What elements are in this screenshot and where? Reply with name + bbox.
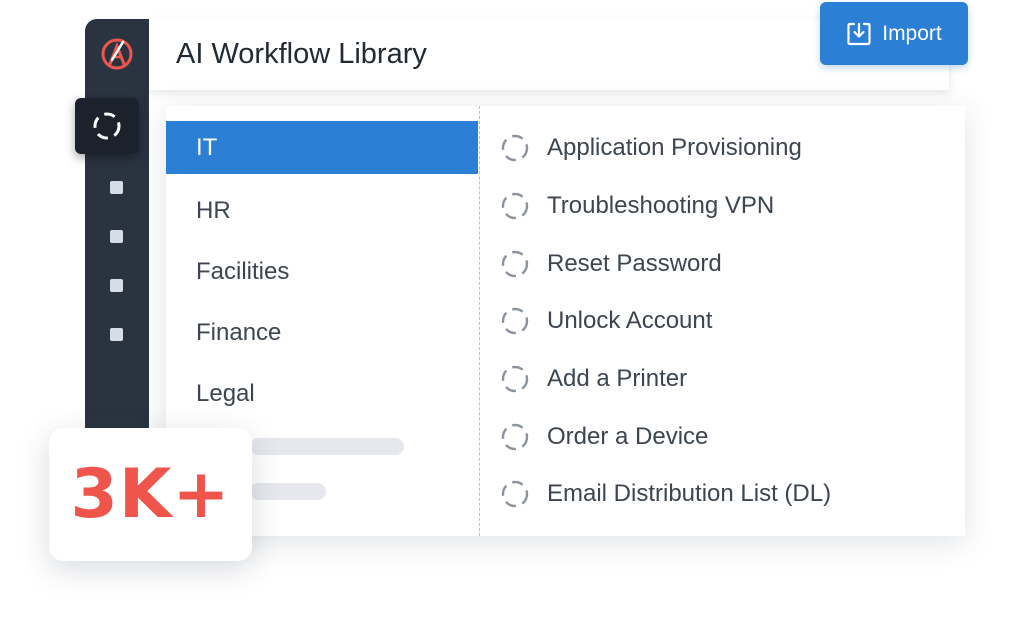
category-label: Facilities (196, 257, 290, 285)
workflow-cycle-icon (501, 480, 529, 508)
workflow-cycle-icon (501, 250, 529, 278)
workflow-label: Application Provisioning (547, 134, 802, 161)
workflow-label: Unlock Account (547, 307, 713, 334)
sidebar-item-1[interactable] (110, 181, 123, 194)
workflow-cycle-icon (501, 307, 529, 335)
import-button[interactable]: Import (820, 2, 968, 65)
workflow-label: Order a Device (547, 423, 709, 450)
page-title: AI Workflow Library (176, 38, 427, 70)
column-divider (479, 106, 480, 536)
category-item-hr[interactable]: HR (166, 184, 478, 237)
stat-card: 3K+ (49, 428, 252, 561)
sidebar-item-4[interactable] (110, 328, 123, 341)
category-item-legal[interactable]: Legal (166, 367, 478, 420)
workflow-item[interactable]: Unlock Account (500, 301, 712, 341)
workflow-label: Email Distribution List (DL) (547, 480, 832, 507)
workflow-label: Troubleshooting VPN (547, 192, 775, 219)
placeholder-bar (250, 438, 404, 455)
workflow-cycle-icon (501, 365, 529, 393)
sidebar-item-3[interactable] (110, 279, 123, 292)
category-label: IT (196, 133, 218, 161)
sidebar-item-workflows[interactable] (75, 98, 139, 154)
workflow-cycle-icon (501, 423, 529, 451)
compass-logo-icon (101, 38, 133, 70)
workflow-item[interactable]: Order a Device (500, 417, 708, 457)
category-label: Finance (196, 318, 282, 346)
category-item-it[interactable]: IT (166, 121, 478, 174)
category-label: Legal (196, 379, 255, 407)
main-panel: IT HR Facilities Finance Legal Applicati… (166, 106, 965, 536)
workflow-item[interactable]: Reset Password (500, 244, 722, 284)
workflow-cycle-icon (93, 112, 121, 140)
download-tray-icon (847, 22, 871, 45)
workflow-item[interactable]: Email Distribution List (DL) (500, 474, 831, 514)
workflow-item[interactable]: Application Provisioning (500, 128, 802, 168)
sidebar-item-2[interactable] (110, 230, 123, 243)
workflow-cycle-icon (501, 134, 529, 162)
category-item-facilities[interactable]: Facilities (166, 245, 478, 298)
workflow-label: Reset Password (547, 250, 722, 277)
workflow-label: Add a Printer (547, 365, 688, 392)
placeholder-bar (250, 483, 326, 500)
workflow-cycle-icon (501, 192, 529, 220)
workflow-item[interactable]: Add a Printer (500, 359, 687, 399)
category-item-finance[interactable]: Finance (166, 306, 478, 359)
category-label: HR (196, 196, 231, 224)
stat-value: 3K+ (70, 455, 231, 534)
sidebar-rail (75, 19, 149, 459)
import-button-label: Import (882, 21, 942, 45)
workflow-item[interactable]: Troubleshooting VPN (500, 186, 774, 226)
